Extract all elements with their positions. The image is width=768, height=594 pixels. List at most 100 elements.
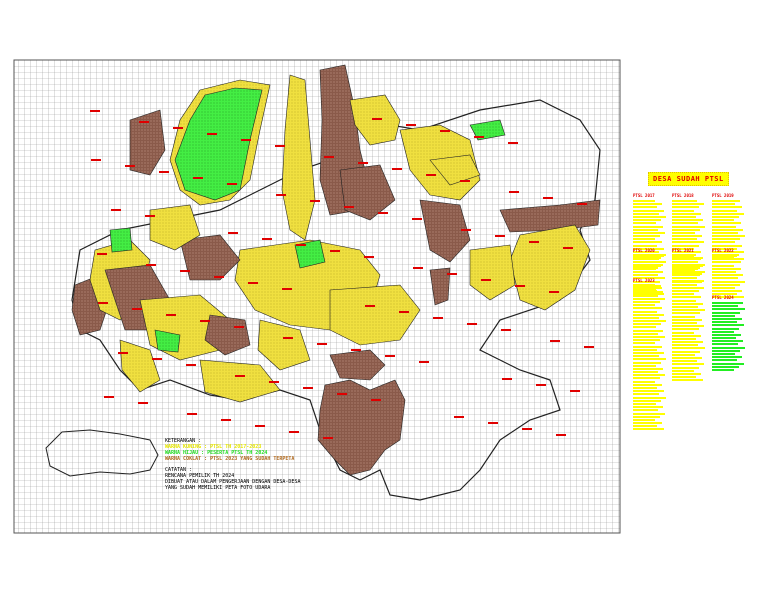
ptsl-village-entry	[672, 203, 704, 206]
ptsl-village-entry	[633, 255, 664, 257]
village-label	[413, 267, 423, 269]
ptsl-village-entry	[633, 215, 666, 218]
ptsl-village-entry	[672, 241, 704, 244]
ptsl-village-entry	[633, 267, 656, 270]
note-line: YANG SUDAH MEMILIKI PETA FOTO UDARA	[165, 485, 271, 491]
ptsl-village-entry	[672, 341, 703, 344]
village-label	[502, 378, 512, 380]
ptsl-column-header: PTSL 2020	[633, 248, 655, 253]
village-label	[419, 361, 429, 363]
ptsl-village-entry	[672, 306, 698, 308]
ptsl-village-entry	[672, 235, 702, 238]
village-label	[296, 244, 306, 246]
village-label	[412, 218, 422, 220]
map-legend: KETERANGAN : WARNA KUNING : PTSL TH 2017…	[165, 438, 300, 491]
ptsl-village-entry	[712, 346, 745, 349]
ptsl-village-entry	[712, 362, 744, 365]
ptsl-village-entry	[712, 228, 743, 231]
ptsl-village-entry	[633, 326, 656, 329]
village-label	[248, 282, 258, 284]
village-label	[474, 136, 484, 138]
ptsl-village-entry	[672, 255, 694, 257]
ptsl-village-entry	[633, 231, 665, 234]
ptsl-village-entry	[633, 422, 662, 425]
ptsl-village-entry	[712, 215, 739, 218]
village-label	[303, 387, 313, 389]
ptsl-village-entry	[633, 238, 655, 241]
ptsl-village-entry	[633, 228, 658, 231]
ptsl-village-entry	[633, 310, 657, 313]
village-label	[214, 276, 224, 278]
ptsl-village-entry	[672, 350, 700, 353]
ptsl-village-entry	[712, 311, 740, 314]
village-label	[118, 352, 128, 354]
ptsl-village-entry	[712, 290, 742, 293]
ptsl-village-entry	[672, 280, 702, 283]
ptsl-village-entry	[712, 356, 742, 359]
ptsl-village-entry	[633, 320, 666, 323]
ptsl-village-entry	[633, 412, 665, 415]
village-label	[125, 165, 135, 167]
village-label	[282, 288, 292, 290]
village-label	[365, 305, 375, 307]
ptsl-village-entry	[672, 200, 697, 202]
ptsl-village-entry	[672, 369, 694, 372]
village-label	[97, 253, 107, 255]
ptsl-village-entry	[633, 399, 661, 402]
ptsl-village-entry	[672, 222, 698, 225]
ptsl-village-entry	[672, 231, 695, 234]
ptsl-village-entry	[672, 258, 701, 261]
village-label	[180, 270, 190, 272]
ptsl-village-entry	[633, 383, 662, 386]
ptsl-village-entry	[712, 324, 744, 327]
ptsl-village-entry	[633, 342, 655, 345]
ptsl-village-entry	[712, 258, 744, 261]
village-label	[159, 171, 169, 173]
village-label	[570, 390, 580, 392]
ptsl-village-entry	[672, 277, 695, 280]
village-label	[378, 212, 388, 214]
ptsl-village-entry	[712, 261, 739, 264]
ptsl-village-entry	[712, 270, 736, 273]
ptsl-village-entry	[633, 387, 657, 389]
ptsl-village-entry	[633, 241, 662, 244]
ptsl-column: PTSL 2022	[712, 248, 745, 300]
ptsl-village-entry	[672, 334, 701, 337]
village-label	[330, 250, 340, 252]
ptsl-village-entry	[712, 203, 735, 206]
ptsl-village-entry	[672, 321, 697, 324]
ptsl-village-entry	[712, 231, 738, 234]
ptsl-village-entry	[633, 291, 663, 294]
village-label	[227, 183, 237, 185]
ptsl-village-entry	[633, 332, 658, 335]
ptsl-column-header: PTSL 2021	[672, 248, 694, 253]
ptsl-village-entry	[712, 235, 745, 238]
ptsl-village-entry	[712, 222, 741, 225]
ptsl-village-entry	[672, 264, 703, 267]
village-label	[509, 191, 519, 193]
ptsl-village-entry	[672, 309, 705, 312]
ptsl-village-entry	[633, 258, 659, 261]
village-label	[550, 340, 560, 342]
village-label	[501, 329, 511, 331]
ptsl-village-entry	[633, 235, 660, 238]
ptsl-village-entry	[712, 277, 738, 280]
ptsl-village-entry	[672, 363, 704, 366]
ptsl-village-entry	[633, 225, 663, 228]
village-label	[344, 206, 354, 208]
ptsl-village-entry	[672, 270, 705, 273]
ptsl-village-entry	[633, 300, 660, 303]
ptsl-village-entry	[633, 358, 666, 361]
village-label	[406, 124, 416, 126]
village-label	[145, 215, 155, 217]
ptsl-column-header: PTSL 2019	[712, 193, 734, 198]
ptsl-village-entry	[633, 361, 661, 364]
village-label	[98, 302, 108, 304]
village-label	[481, 279, 491, 281]
ptsl-village-entry	[712, 209, 737, 212]
village-label	[275, 145, 285, 147]
ptsl-village-entry	[712, 206, 742, 209]
village-label	[90, 110, 100, 112]
ptsl-village-entry	[672, 353, 695, 356]
village-label	[241, 139, 251, 141]
